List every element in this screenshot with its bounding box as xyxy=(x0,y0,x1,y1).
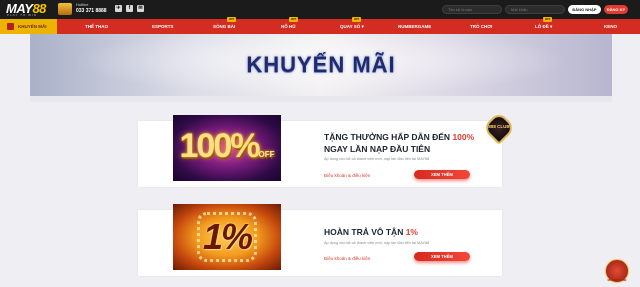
promo-image: 100%OFF xyxy=(173,115,281,181)
register-button[interactable]: ĐĂNG KÝ xyxy=(604,5,628,14)
nav-label: QUAY SỐ ▾ xyxy=(340,24,364,29)
promo-card: 1% HOÀN TRẢ VÔ TẬN 1% Áp dụng cho tất cả… xyxy=(138,204,502,276)
club-badge-text: 888 CLUB xyxy=(488,124,510,129)
promo-image-text: 1% xyxy=(202,216,253,257)
promo-banner: KHUYẾN MÃI xyxy=(30,34,612,102)
see-more-button[interactable]: XEM THÊM xyxy=(414,170,470,179)
nav-item-sports[interactable]: THỂ THAO xyxy=(85,19,108,34)
password-input[interactable] xyxy=(505,5,565,14)
username-input[interactable] xyxy=(442,5,502,14)
promo-description: Áp dụng cho tất cả thành viên mới, nạp l… xyxy=(324,241,430,245)
terms-link[interactable]: Điều khoản & điều kiện xyxy=(324,256,370,261)
nav-label: KHUYẾN MÃI xyxy=(18,24,47,29)
promo-card: 100%OFF TẶNG THƯỞNG HẤP DẪN ĐẾN 100% NGA… xyxy=(138,115,502,187)
login-button[interactable]: ĐĂNG NHẬP xyxy=(568,5,601,14)
hot-badge: HOT xyxy=(543,17,552,22)
nav-item-keno[interactable]: KENO xyxy=(604,19,617,34)
nav-item-lotto[interactable]: LÔ ĐỀ ▾ HOT xyxy=(535,17,553,34)
nav-label: LÔ ĐỀ ▾ xyxy=(535,24,553,29)
logo-tagline: PLAY TO WIN xyxy=(7,13,37,17)
promo-image: 1% xyxy=(173,204,281,270)
club-float-label: MAY88 CLUB xyxy=(607,278,627,282)
nav-item-slots[interactable]: NỔ HŨ HOT xyxy=(281,17,298,34)
nav-label: NỔ HŨ xyxy=(281,24,296,29)
nav-item-numbergame[interactable]: NUMBERGAME xyxy=(398,19,431,34)
see-more-button[interactable]: XEM THÊM xyxy=(414,252,470,261)
promo-image-text: 100%OFF xyxy=(179,127,275,165)
gift-icon xyxy=(7,23,14,30)
mascot-icon xyxy=(58,3,72,15)
hotline-number: 033 371 8888 xyxy=(76,8,107,14)
main-nav: KHUYẾN MÃI THỂ THAO ESPORTS SÒNG BÀI HOT… xyxy=(0,17,640,34)
terms-link[interactable]: Điều khoản & điều kiện xyxy=(324,173,370,178)
nav-item-casino[interactable]: SÒNG BÀI HOT xyxy=(213,17,236,34)
facebook-icon[interactable]: f xyxy=(126,5,133,12)
promo-title: HOÀN TRẢ VÔ TẬN 1% xyxy=(324,227,418,237)
hotline: Hotline 033 371 8888 xyxy=(76,2,107,14)
messenger-icon[interactable]: ✉ xyxy=(137,5,144,12)
club-badge[interactable]: 888 CLUB xyxy=(481,111,517,148)
nav-item-esports[interactable]: ESPORTS xyxy=(152,19,174,34)
nav-item-games[interactable]: TRÒ CHƠI xyxy=(470,19,492,34)
nav-item-lottery-draw[interactable]: QUAY SỐ ▾ HOT xyxy=(340,17,364,34)
hot-badge: HOT xyxy=(289,17,298,22)
telegram-icon[interactable]: ✈ xyxy=(115,5,122,12)
hot-badge: HOT xyxy=(227,17,236,22)
banner-title: KHUYẾN MÃI xyxy=(246,52,396,77)
nav-label: SÒNG BÀI xyxy=(213,24,236,29)
hotline-label: Hotline xyxy=(76,2,89,7)
nav-item-promotions[interactable]: KHUYẾN MÃI xyxy=(0,19,57,34)
logo[interactable]: MAY88 PLAY TO WIN xyxy=(6,1,72,18)
promo-title: TẶNG THƯỞNG HẤP DẪN ĐẾN 100% NGAY LẦN NẠ… xyxy=(324,132,475,154)
promo-description: Áp dụng cho tất cả thành viên mới, nạp l… xyxy=(324,157,430,161)
hot-badge: HOT xyxy=(352,17,361,22)
